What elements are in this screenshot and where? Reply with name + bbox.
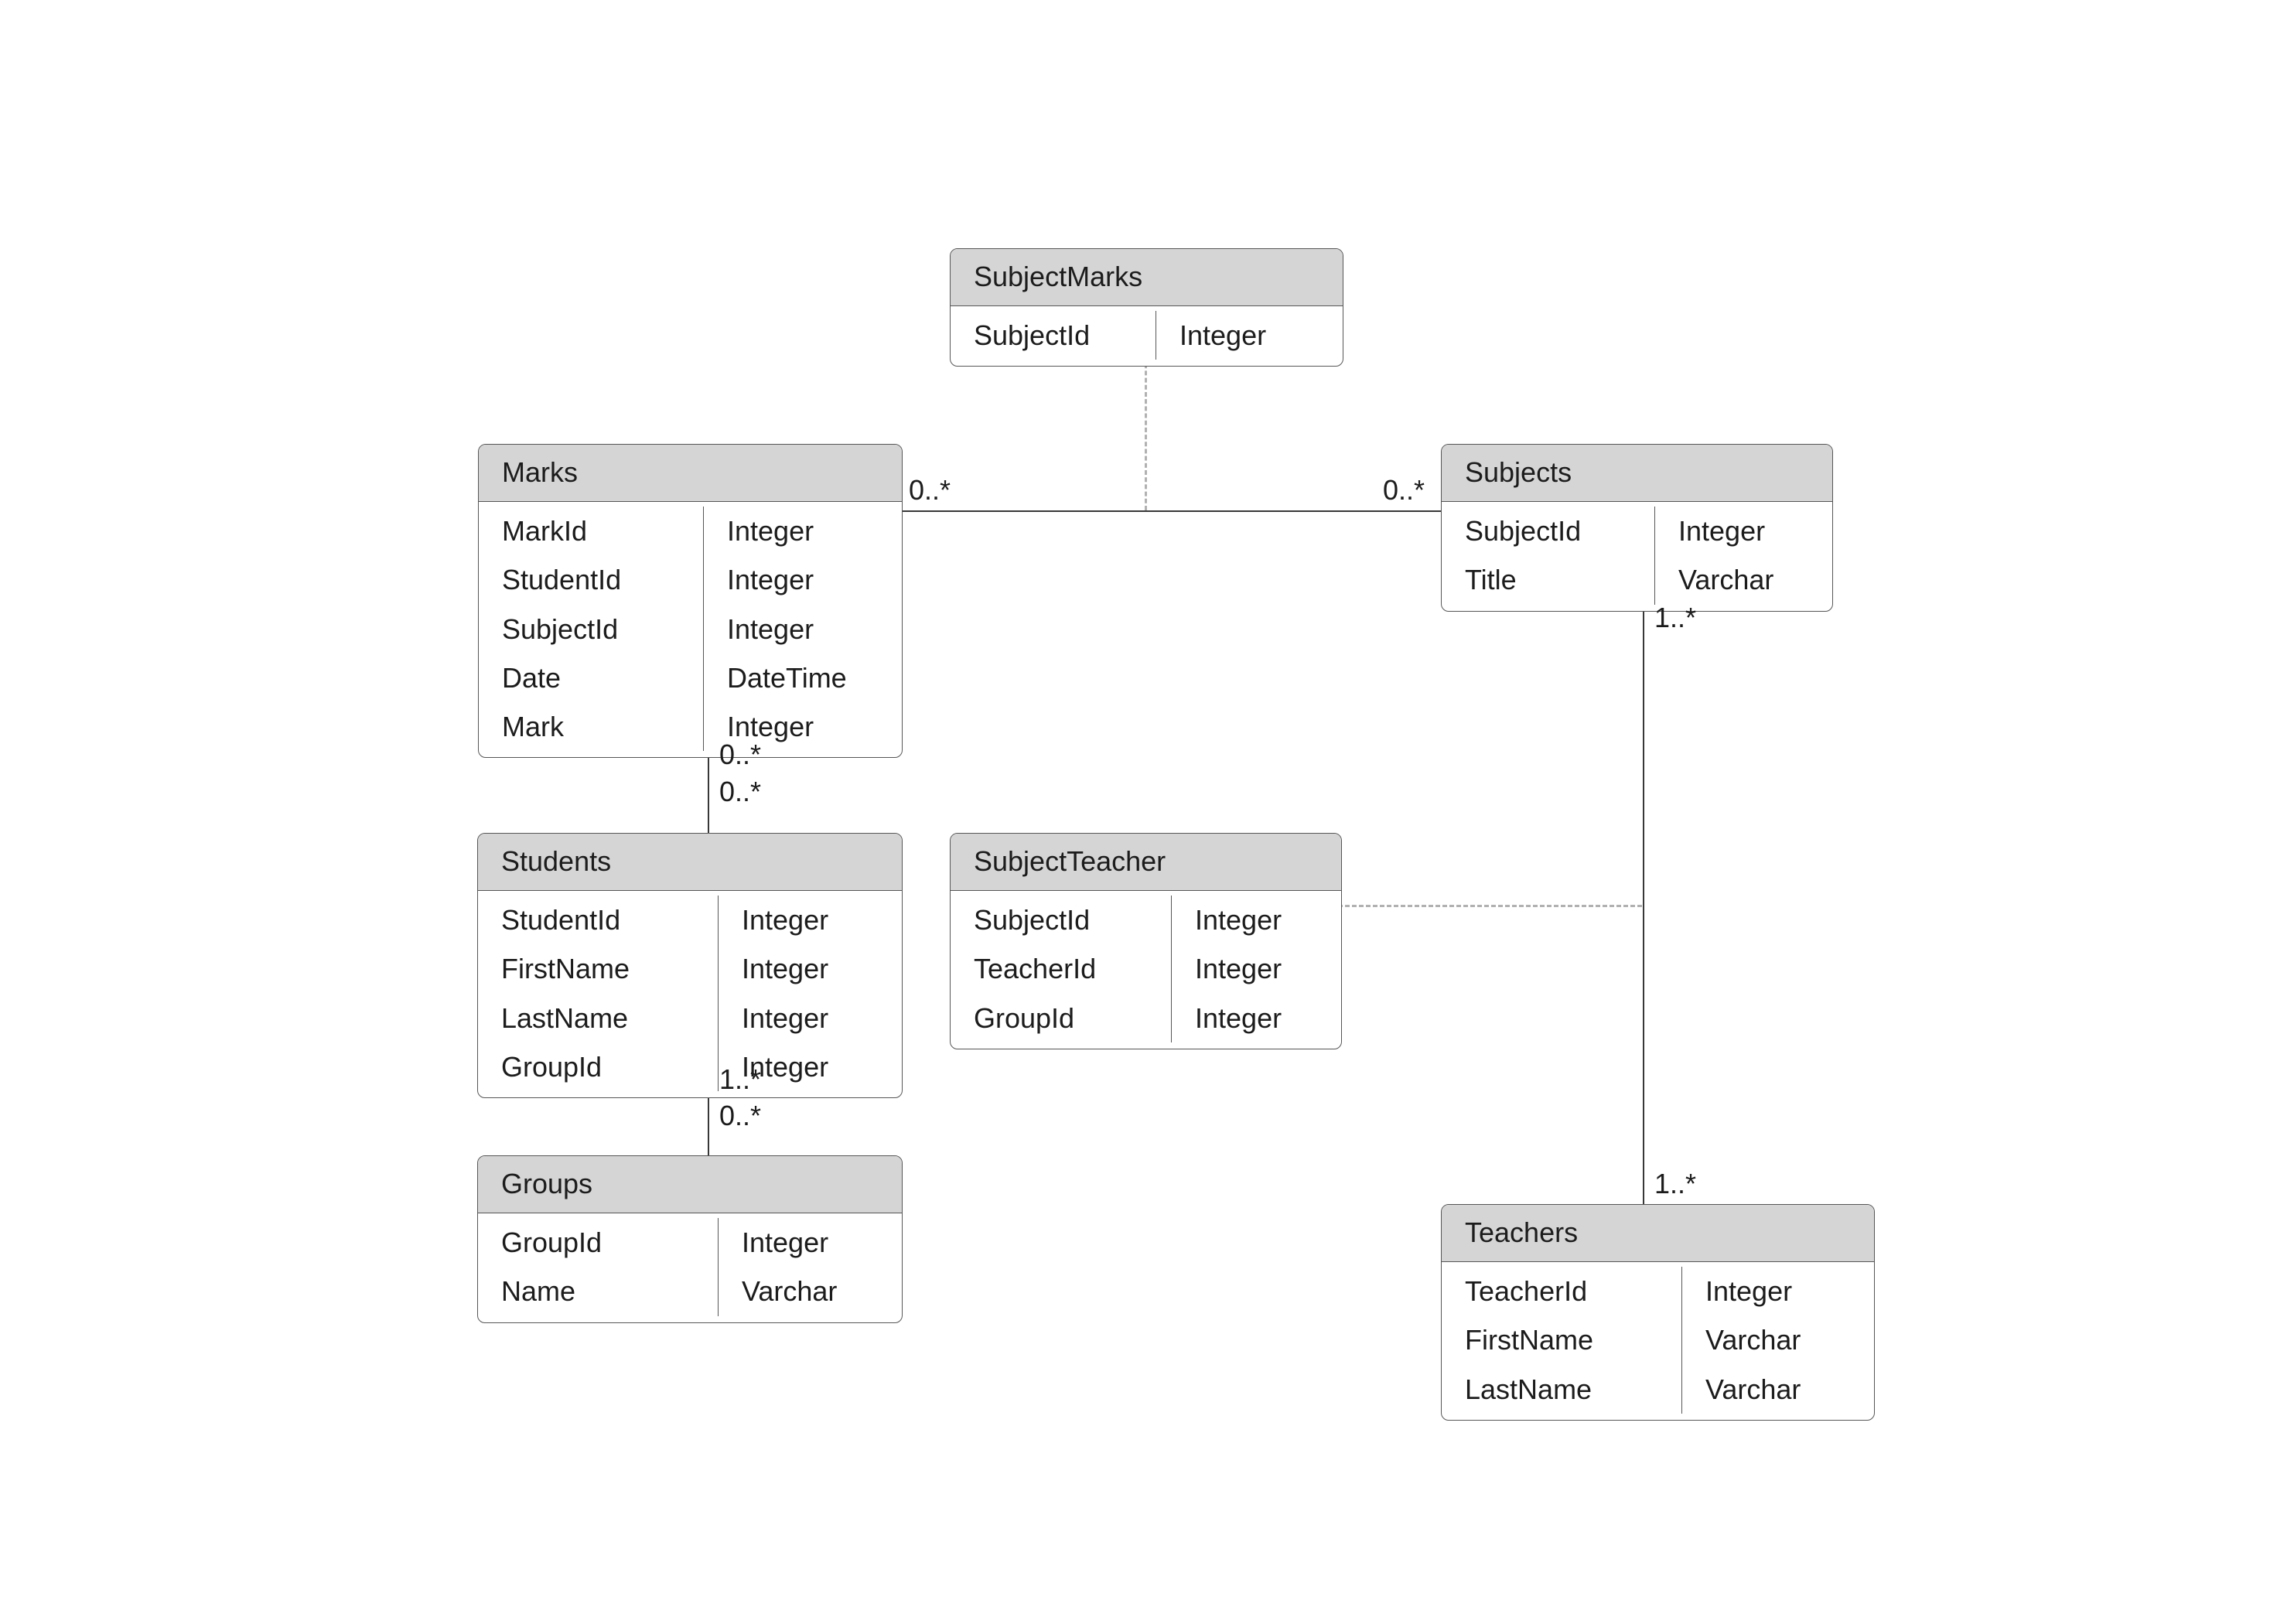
field-name: GroupId [478, 1218, 719, 1267]
entity-title: Teachers [1465, 1216, 1578, 1248]
field-type: Integer [1172, 944, 1341, 993]
multiplicity-label: 0..* [909, 474, 951, 507]
multiplicity-label: 1..* [719, 1063, 761, 1096]
multiplicity-label: 1..* [1654, 1168, 1696, 1200]
field-name: LastName [478, 994, 719, 1042]
table-row: Mark Integer [479, 702, 902, 751]
field-name: Mark [479, 702, 704, 751]
entity-header: Marks [479, 445, 902, 502]
field-name: StudentId [478, 896, 719, 944]
field-type: Integer [719, 944, 902, 993]
table-row: TeacherId Integer [1442, 1267, 1874, 1315]
table-row: Name Varchar [478, 1267, 902, 1315]
entity-subjectteacher: SubjectTeacher SubjectId Integer Teacher… [950, 833, 1342, 1049]
entity-header: SubjectTeacher [951, 834, 1341, 891]
field-name: LastName [1442, 1365, 1682, 1414]
field-type: Integer [719, 1218, 902, 1267]
field-name: SubjectId [951, 311, 1156, 360]
table-row: SubjectId Integer [951, 311, 1343, 360]
entity-header: Groups [478, 1156, 902, 1213]
field-type: Varchar [719, 1267, 902, 1315]
field-name: Name [478, 1267, 719, 1315]
multiplicity-label: 0..* [719, 776, 761, 808]
entity-subjects: Subjects SubjectId Integer Title Varchar [1441, 444, 1833, 612]
field-name: SubjectId [1442, 507, 1655, 555]
entity-header: Teachers [1442, 1205, 1874, 1262]
table-row: MarkId Integer [479, 507, 902, 555]
er-diagram-canvas: SubjectMarks SubjectId Integer Marks Mar… [0, 0, 2294, 1624]
entity-teachers: Teachers TeacherId Integer FirstName Var… [1441, 1204, 1875, 1421]
edge-subjects-teachers [1643, 605, 1644, 1204]
table-row: FirstName Integer [478, 944, 902, 993]
field-name: FirstName [1442, 1315, 1682, 1364]
entity-header: Subjects [1442, 445, 1832, 502]
entity-header: SubjectMarks [951, 249, 1343, 306]
field-type: Integer [1682, 1267, 1874, 1315]
field-name: Date [479, 653, 704, 702]
field-name: GroupId [478, 1042, 719, 1091]
multiplicity-label: 0..* [719, 1100, 761, 1132]
entity-students: Students StudentId Integer FirstName Int… [477, 833, 903, 1098]
table-row: Date DateTime [479, 653, 902, 702]
entity-title: Students [501, 845, 611, 877]
table-row: SubjectId Integer [479, 605, 902, 653]
field-name: SubjectId [479, 605, 704, 653]
field-type: Varchar [1655, 555, 1832, 604]
field-type: Integer [704, 507, 902, 555]
entity-groups: Groups GroupId Integer Name Varchar [477, 1155, 903, 1323]
entity-marks: Marks MarkId Integer StudentId Integer S… [478, 444, 903, 758]
field-type: DateTime [704, 653, 902, 702]
entity-title: SubjectMarks [974, 261, 1142, 292]
edge-marks-subjects [899, 510, 1445, 512]
entity-subjectmarks: SubjectMarks SubjectId Integer [950, 248, 1343, 367]
table-row: TeacherId Integer [951, 944, 1341, 993]
field-type: Integer [704, 605, 902, 653]
field-name: FirstName [478, 944, 719, 993]
table-row: GroupId Integer [478, 1218, 902, 1267]
multiplicity-label: 1..* [1654, 602, 1696, 634]
field-name: TeacherId [1442, 1267, 1682, 1315]
table-row: SubjectId Integer [951, 896, 1341, 944]
table-row: StudentId Integer [478, 896, 902, 944]
multiplicity-label: 0..* [719, 739, 761, 771]
field-type: Integer [719, 994, 902, 1042]
field-type: Integer [1172, 896, 1341, 944]
field-type: Integer [1156, 311, 1343, 360]
entity-title: Subjects [1465, 456, 1572, 488]
field-type: Integer [1655, 507, 1832, 555]
table-row: Title Varchar [1442, 555, 1832, 604]
entity-title: Marks [502, 456, 578, 488]
field-name: MarkId [479, 507, 704, 555]
table-row: GroupId Integer [951, 994, 1341, 1042]
entity-header: Students [478, 834, 902, 891]
field-name: StudentId [479, 555, 704, 604]
multiplicity-label: 0..* [1383, 474, 1425, 507]
field-type: Varchar [1682, 1315, 1874, 1364]
field-type: Integer [704, 555, 902, 604]
edge-subjects-teachers-assoc [1338, 905, 1642, 907]
field-type: Integer [1172, 994, 1341, 1042]
table-row: FirstName Varchar [1442, 1315, 1874, 1364]
field-type: Varchar [1682, 1365, 1874, 1414]
table-row: SubjectId Integer [1442, 507, 1832, 555]
entity-title: SubjectTeacher [974, 845, 1166, 877]
table-row: GroupId Integer [478, 1042, 902, 1091]
table-row: LastName Integer [478, 994, 902, 1042]
table-row: StudentId Integer [479, 555, 902, 604]
field-name: TeacherId [951, 944, 1172, 993]
field-name: SubjectId [951, 896, 1172, 944]
field-type: Integer [719, 896, 902, 944]
field-name: Title [1442, 555, 1655, 604]
entity-title: Groups [501, 1168, 592, 1199]
field-name: GroupId [951, 994, 1172, 1042]
table-row: LastName Varchar [1442, 1365, 1874, 1414]
edge-marks-subjects-assoc [1145, 357, 1147, 510]
